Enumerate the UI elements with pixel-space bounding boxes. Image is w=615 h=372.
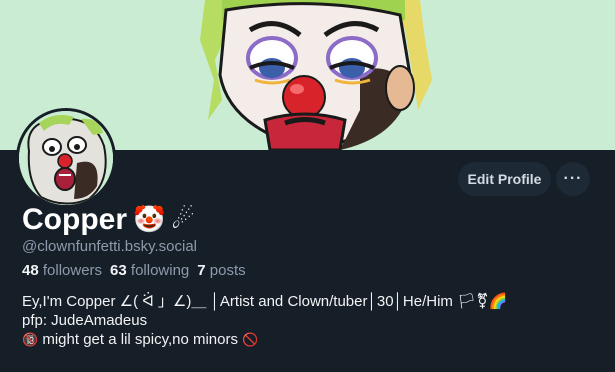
posts-count-group: 7 posts: [197, 262, 245, 279]
comet-icon: ☄: [171, 205, 195, 235]
prohibited-icon: 🚫: [242, 333, 259, 348]
posts-count: 7: [197, 262, 206, 279]
edit-profile-button[interactable]: Edit Profile: [458, 162, 551, 196]
following-count: 63: [110, 262, 127, 279]
bio-line-3: 🔞 might get a lil spicy,no minors 🚫: [22, 330, 602, 350]
more-options-button[interactable]: ···: [556, 162, 590, 196]
avatar-clown-illustration: [19, 111, 113, 205]
posts-label: posts: [209, 262, 246, 279]
display-name-row: Copper 🤡 ☄: [22, 202, 195, 238]
profile-stats: 48 followers 63 following 7 posts: [22, 262, 246, 279]
followers-label: followers: [42, 262, 103, 279]
followers-link[interactable]: 48 followers: [22, 262, 102, 279]
more-dots-icon: ···: [563, 170, 583, 187]
following-link[interactable]: 63 following: [110, 262, 189, 279]
bio-line-1: Ey,I'm Copper ∠( ᐛ 」∠)＿ │Artist and Clow…: [22, 293, 508, 310]
avatar[interactable]: [16, 108, 116, 208]
bio-line-3-text: might get a lil spicy,no minors: [38, 331, 243, 348]
following-label: following: [130, 262, 190, 279]
profile-handle: @clownfunfetti.bsky.social: [22, 238, 198, 255]
bio-line-2: pfp: JudeAmadeus: [22, 312, 148, 329]
profile-bio: Ey,I'm Copper ∠( ᐛ 」∠)＿ │Artist and Clow…: [22, 292, 602, 350]
followers-count: 48: [22, 262, 39, 279]
clown-face-icon: 🤡: [133, 205, 166, 235]
display-name: Copper: [22, 203, 127, 236]
no-under-18-icon: 🔞: [22, 333, 39, 348]
